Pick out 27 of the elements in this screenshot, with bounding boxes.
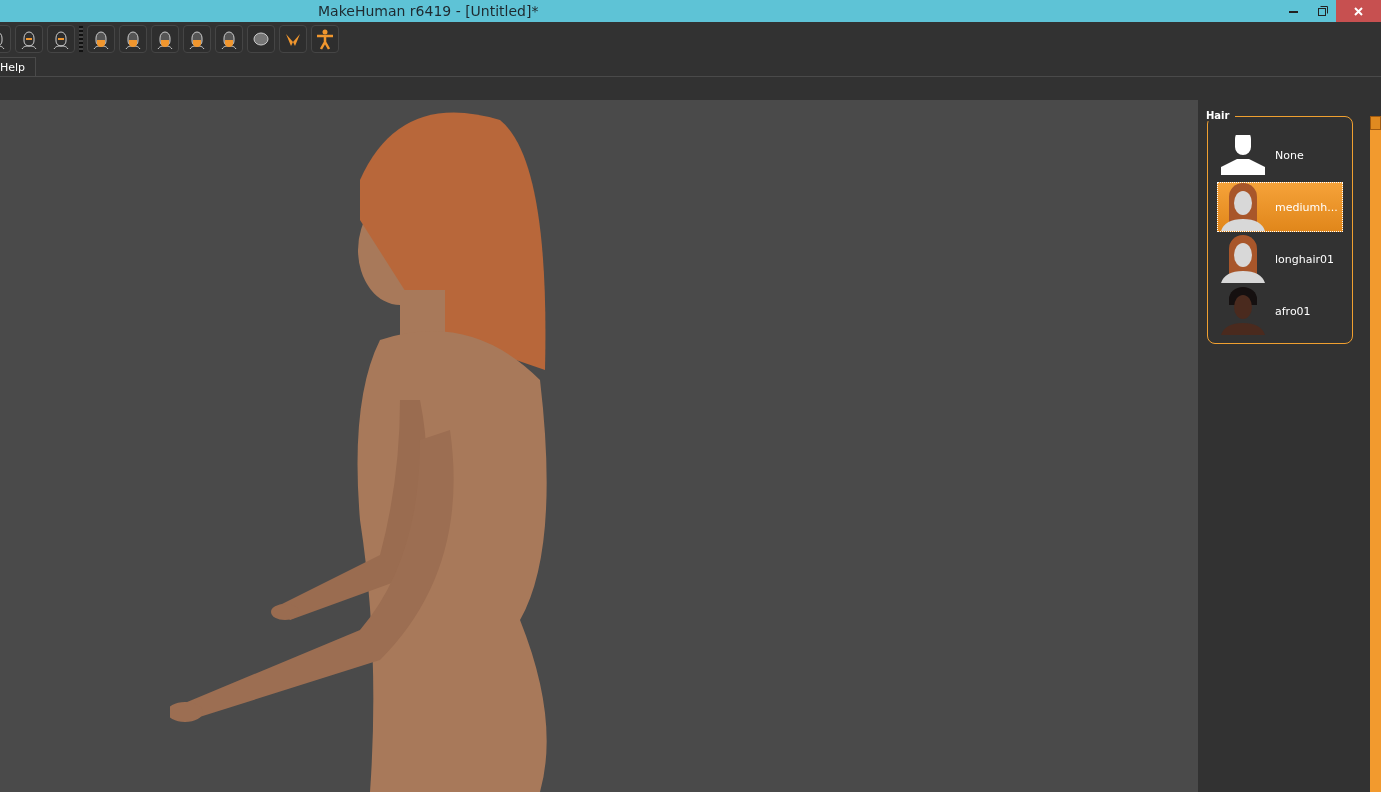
scroll-handle[interactable] (1370, 116, 1381, 130)
toolbar-button[interactable] (87, 25, 115, 53)
toolbar-button[interactable] (183, 25, 211, 53)
option-label: mediumh... (1275, 200, 1338, 214)
option-label: None (1275, 148, 1304, 162)
toolbar-button[interactable] (311, 25, 339, 53)
hair-option[interactable]: None (1217, 130, 1343, 180)
window-title: MakeHuman r6419 - [Untitled]* (318, 3, 539, 19)
panel-title: Hair (1205, 110, 1236, 121)
hair-option[interactable]: afro01 (1217, 286, 1343, 336)
option-label: afro01 (1275, 304, 1311, 318)
figure-icon (314, 28, 336, 50)
close-button[interactable] (1336, 0, 1381, 22)
toolbar-button[interactable] (215, 25, 243, 53)
close-icon (1354, 6, 1363, 16)
scrollbar[interactable] (1370, 116, 1381, 792)
toolbar-button[interactable] (47, 25, 75, 53)
toolbar-button[interactable] (151, 25, 179, 53)
toolbar-button[interactable] (119, 25, 147, 53)
option-label: longhair01 (1275, 252, 1335, 266)
toolbar-button[interactable] (279, 25, 307, 53)
menu-tab[interactable]: Help (0, 57, 37, 76)
hair-option[interactable]: longhair01 (1217, 234, 1343, 284)
toolbar-button[interactable] (247, 25, 275, 53)
restore-icon (1318, 6, 1328, 16)
toolbar-button[interactable] (15, 25, 43, 53)
minimize-icon (1288, 9, 1298, 13)
